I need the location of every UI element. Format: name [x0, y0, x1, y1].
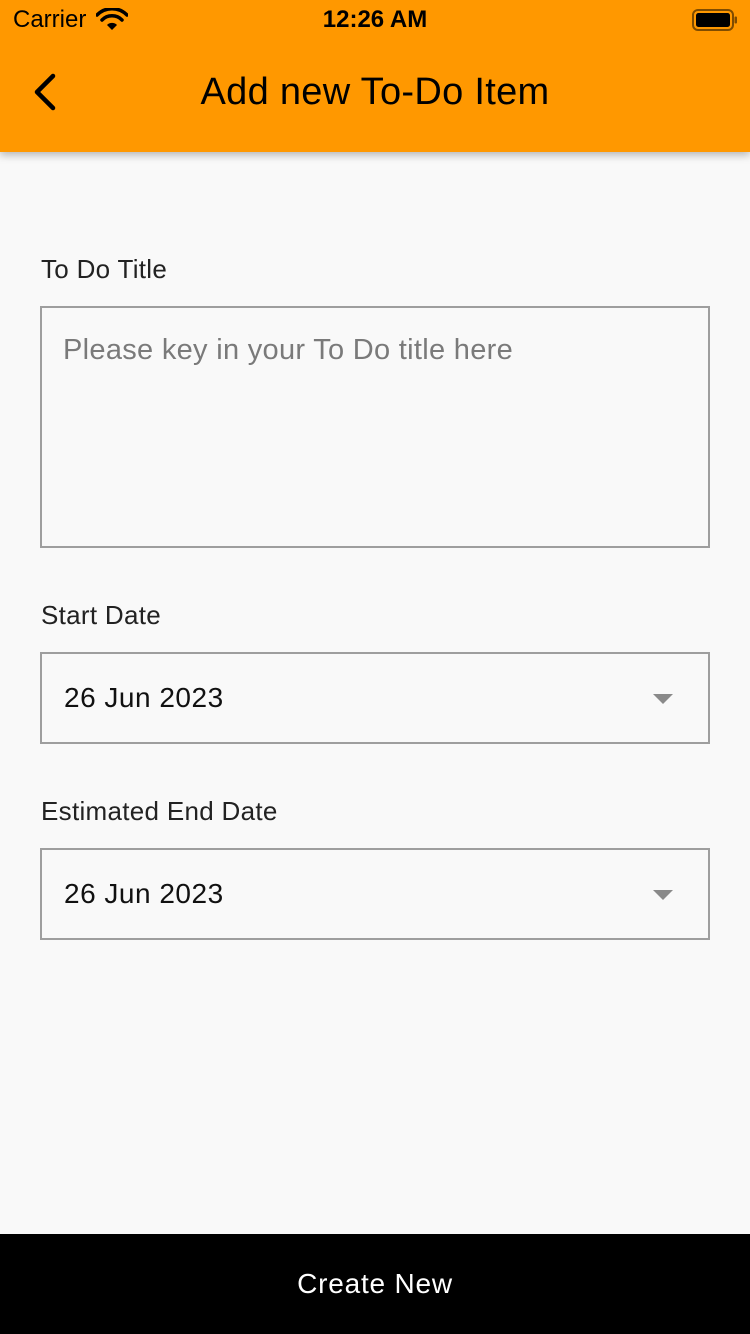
page-title: Add new To-Do Item — [200, 71, 550, 113]
start-date-dropdown[interactable]: 26 Jun 2023 — [40, 652, 710, 744]
battery-icon — [692, 9, 738, 31]
end-date-dropdown[interactable]: 26 Jun 2023 — [40, 848, 710, 940]
start-date-label: Start Date — [41, 600, 162, 630]
title-input[interactable] — [42, 308, 708, 546]
create-new-button[interactable]: Create New — [0, 1234, 750, 1334]
title-field — [40, 306, 710, 548]
status-time: 12:26 AM — [322, 6, 428, 33]
end-date-label: Estimated End Date — [41, 796, 278, 826]
title-field-label: To Do Title — [41, 254, 168, 284]
toolbar: Add new To-Do Item — [0, 40, 750, 152]
dropdown-arrow-icon — [653, 890, 673, 900]
app-bar: Carrier 12:26 AM Add new To-Do Item — [0, 0, 750, 152]
dropdown-arrow-icon — [653, 694, 673, 704]
status-bar: Carrier 12:26 AM — [0, 0, 750, 40]
end-date-value: 26 Jun 2023 — [64, 878, 224, 909]
start-date-value: 26 Jun 2023 — [64, 682, 224, 713]
